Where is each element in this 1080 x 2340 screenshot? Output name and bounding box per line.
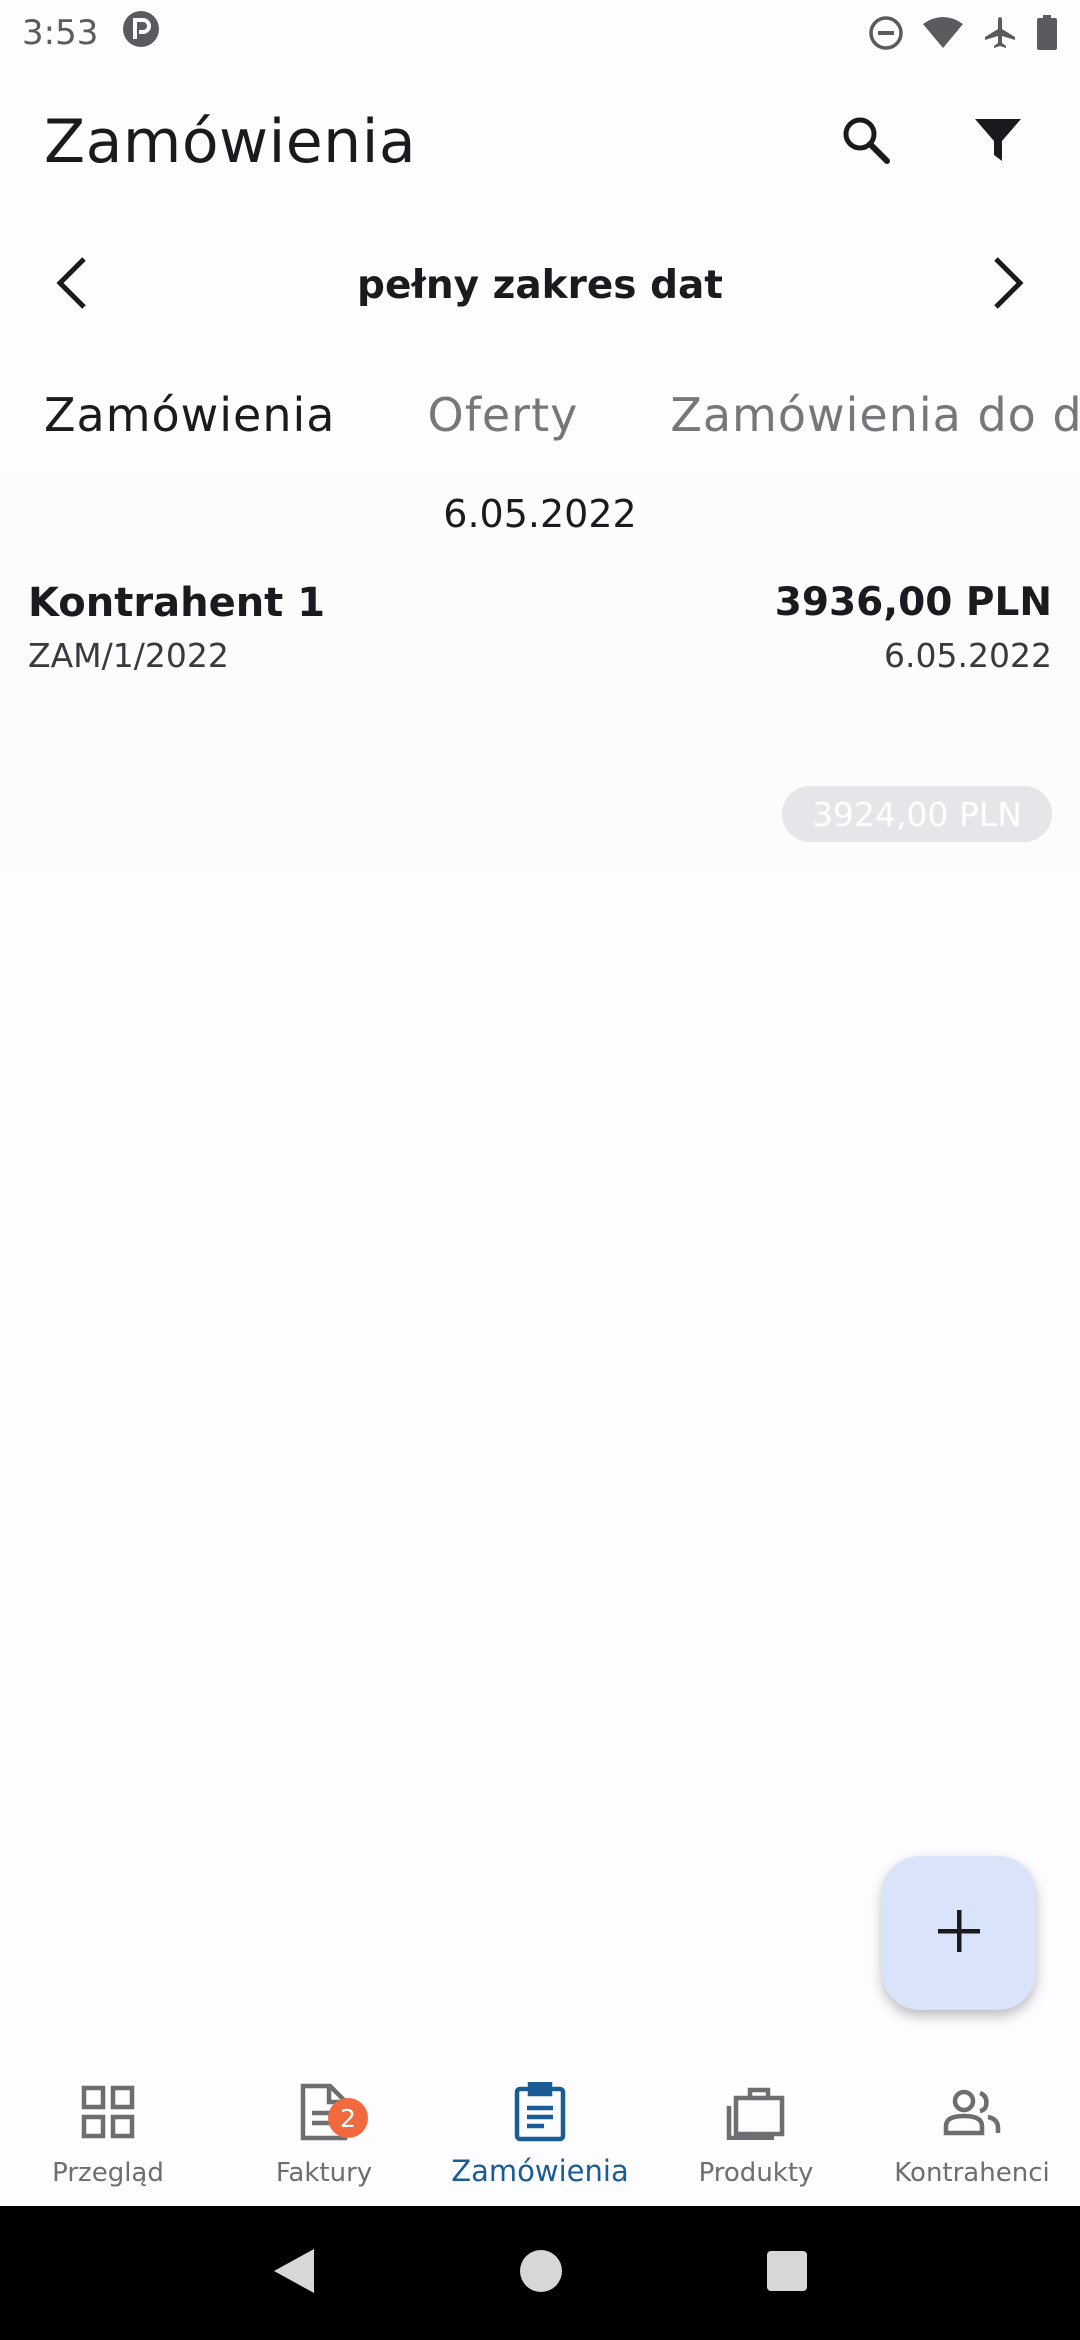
previous-range-button[interactable] (34, 247, 110, 323)
order-date: 6.05.2022 (884, 636, 1052, 675)
nav-label: Produkty (698, 2158, 814, 2188)
contractor-name: Kontrahent 1 (28, 580, 326, 626)
date-range-selector: pełny zakres dat (0, 240, 1080, 330)
tab-zamowienia-do-dostarczenia[interactable]: Zamówienia do do (670, 388, 1080, 442)
nav-label: Przegląd (52, 2158, 164, 2188)
document-icon: 2 (292, 2080, 368, 2144)
search-button[interactable] (828, 104, 904, 180)
order-amount: 3936,00 PLN (774, 580, 1052, 625)
status-time: 3:53 (22, 13, 99, 53)
search-icon (840, 114, 892, 170)
filter-icon (973, 115, 1023, 169)
battery-icon (1036, 15, 1058, 51)
app-notification-icon (122, 10, 160, 57)
date-range-label[interactable]: pełny zakres dat (357, 263, 723, 308)
nav-label: Kontrahenci (894, 2158, 1050, 2188)
airplane-mode-icon (982, 15, 1018, 51)
nav-item-kontrahenci[interactable]: Kontrahenci (864, 2060, 1080, 2206)
nav-label: Faktury (275, 2158, 373, 2188)
tab-bar: Zamówienia Oferty Zamówienia do do (0, 370, 1080, 460)
chevron-left-icon (52, 255, 92, 315)
screen: 3:53 Zamówienia pełny zakres dat Zamówie… (0, 0, 1080, 2340)
nav-item-zamowienia[interactable]: Zamówienia (432, 2060, 648, 2206)
group-date-header: 6.05.2022 (443, 492, 637, 536)
filter-button[interactable] (960, 104, 1036, 180)
orders-list: 6.05.2022 Kontrahent 1 ZAM/1/2022 3936,0… (0, 470, 1080, 870)
clipboard-icon (508, 2080, 572, 2144)
grid-icon (76, 2080, 140, 2144)
notification-badge: 2 (328, 2098, 368, 2138)
nav-item-faktury[interactable]: 2 Faktury (216, 2060, 432, 2206)
briefcase-icon (724, 2080, 788, 2144)
chevron-right-icon (988, 255, 1028, 315)
wifi-icon (922, 16, 964, 50)
order-number: ZAM/1/2022 (28, 636, 229, 675)
app-bar: Zamówienia (0, 86, 1080, 198)
group-total-badge: 3924,00 PLN (782, 786, 1052, 842)
bottom-navigation: Przegląd 2 Faktury Zamówienia Produkty K… (0, 2060, 1080, 2206)
add-order-button[interactable] (882, 1856, 1036, 2010)
status-bar: 3:53 (0, 0, 1080, 66)
status-icons (868, 15, 1058, 51)
people-icon (940, 2080, 1004, 2144)
recents-icon[interactable] (766, 2250, 808, 2296)
app-bar-actions (828, 104, 1036, 180)
system-navigation-bar (0, 2206, 1080, 2340)
tab-oferty[interactable]: Oferty (427, 388, 578, 442)
home-icon[interactable] (519, 2249, 563, 2297)
tab-zamowienia[interactable]: Zamówienia (44, 388, 335, 442)
plus-icon (936, 1908, 982, 1958)
next-range-button[interactable] (970, 247, 1046, 323)
nav-label: Zamówienia (451, 2154, 629, 2188)
do-not-disturb-icon (868, 15, 904, 51)
back-icon[interactable] (272, 2247, 316, 2299)
list-item[interactable]: Kontrahent 1 ZAM/1/2022 3936,00 PLN 6.05… (28, 580, 1052, 710)
nav-item-produkty[interactable]: Produkty (648, 2060, 864, 2206)
nav-item-przeglad[interactable]: Przegląd (0, 2060, 216, 2206)
page-title: Zamówienia (44, 107, 417, 177)
